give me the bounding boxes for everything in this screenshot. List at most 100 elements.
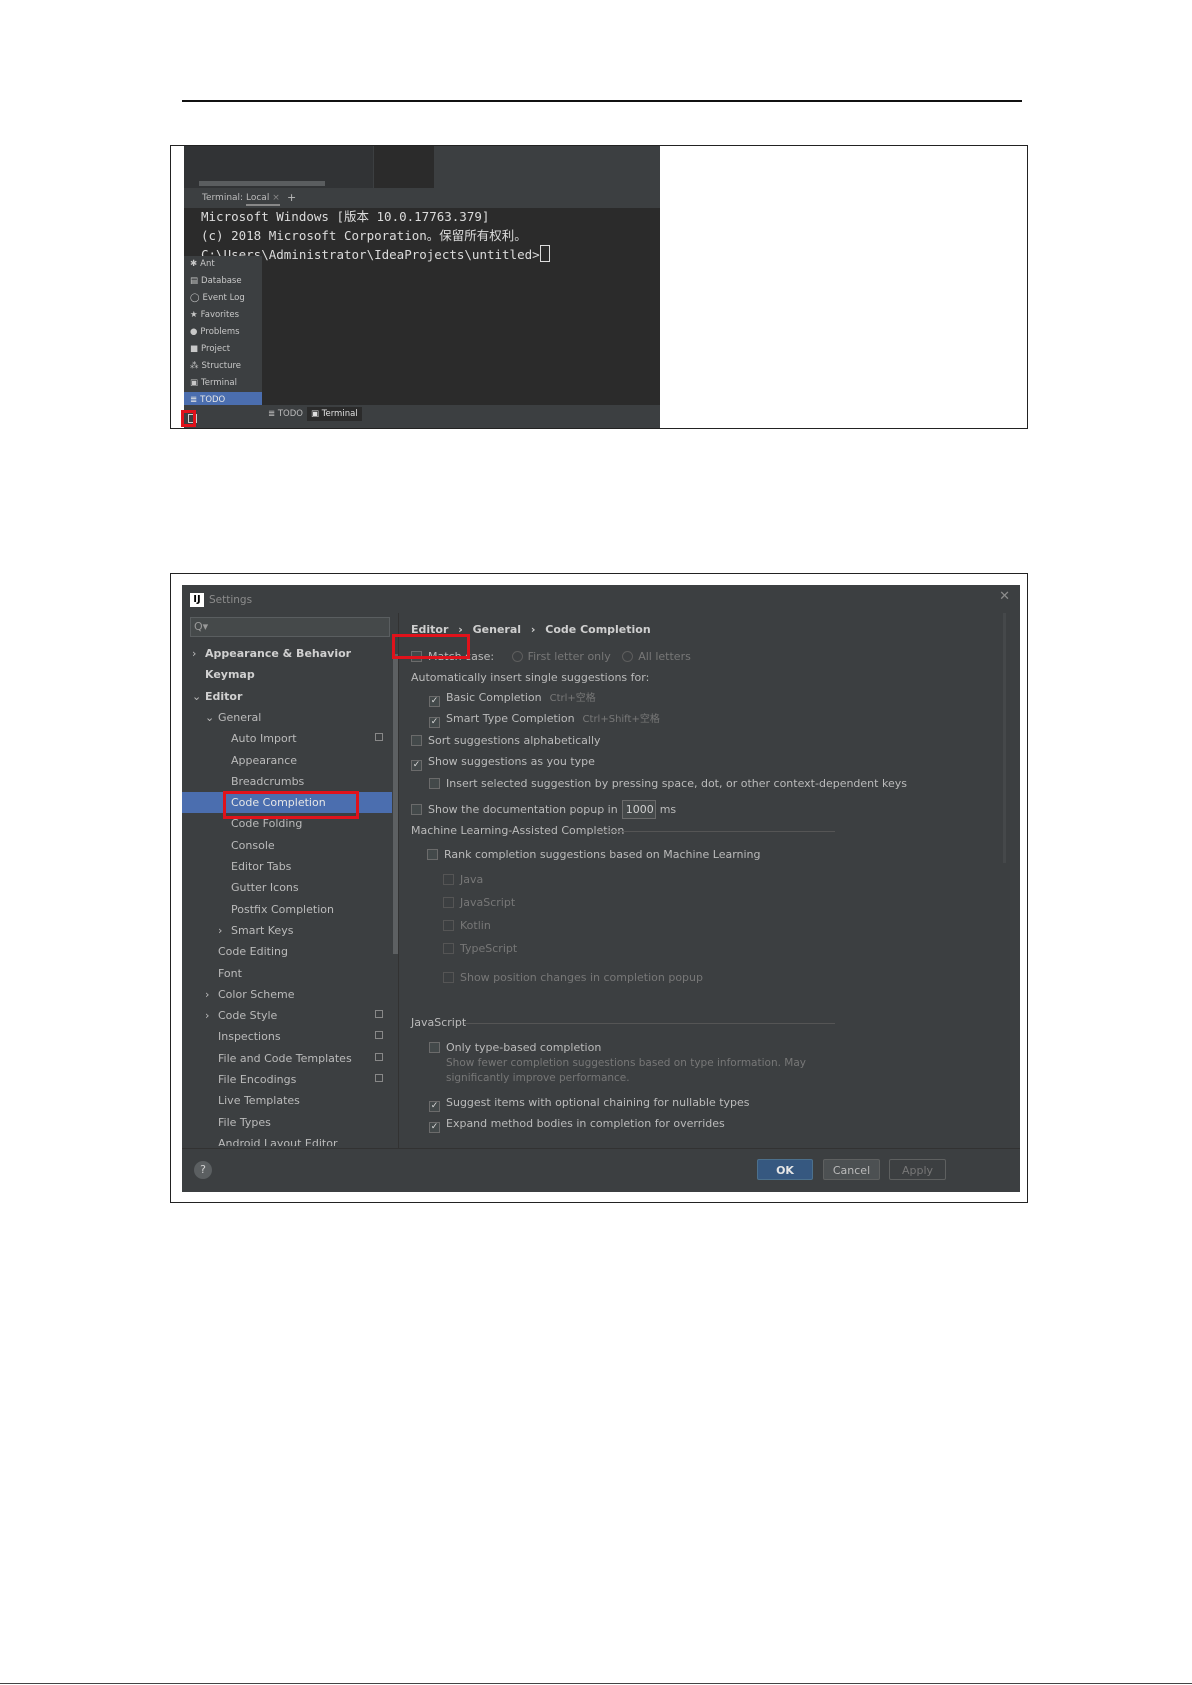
chevron-icon[interactable]: ⌄ xyxy=(205,707,214,728)
settings-tree-label: Editor Tabs xyxy=(231,860,292,873)
settings-tree-item[interactable]: Inspections xyxy=(182,1026,392,1047)
content-scrollbar[interactable] xyxy=(1003,613,1006,863)
ml-lang-java-row: Java xyxy=(443,871,483,889)
tool-window-item[interactable]: ★ Favorites xyxy=(184,307,262,324)
settings-tree-label: Keymap xyxy=(205,668,255,682)
settings-tree-item[interactable]: Postfix Completion xyxy=(182,899,392,920)
optional-chaining-row: ✓ Suggest items with optional chaining fo… xyxy=(429,1094,750,1112)
doc-popup-delay-input[interactable]: 1000 xyxy=(621,800,656,819)
show-as-type-checkbox[interactable]: ✓ xyxy=(411,760,422,771)
settings-tree-item[interactable]: File Encodings xyxy=(182,1069,392,1090)
rank-ml-label: Rank completion suggestions based on Mac… xyxy=(444,848,761,861)
all-letters-radio[interactable] xyxy=(622,651,634,662)
smart-completion-checkbox[interactable]: ✓ xyxy=(429,717,440,728)
optional-chaining-checkbox[interactable]: ✓ xyxy=(429,1101,440,1112)
insert-selected-checkbox[interactable] xyxy=(429,778,440,789)
terminal-label: Terminal: xyxy=(202,193,244,203)
expand-method-label: Expand method bodies in completion for o… xyxy=(446,1117,725,1130)
tool-window-item[interactable]: ▤ Database xyxy=(184,273,262,290)
settings-tree-label: Color Scheme xyxy=(218,987,295,1001)
settings-tree-item[interactable]: Gutter Icons xyxy=(182,877,392,898)
tool-window-item[interactable]: ▣ Terminal xyxy=(184,375,262,392)
tool-window-label: Event Log xyxy=(202,293,245,303)
chevron-icon[interactable]: › xyxy=(205,1005,209,1026)
apply-button[interactable]: Apply xyxy=(889,1159,946,1180)
settings-tree-label: Font xyxy=(218,966,242,980)
chevron-icon[interactable]: › xyxy=(205,984,209,1005)
terminal-icon: ▣ xyxy=(190,378,199,388)
doc-popup-row: Show the documentation popup in 1000 ms xyxy=(411,799,676,821)
breadcrumb-general[interactable]: General xyxy=(473,623,521,636)
tool-window-item[interactable]: ● Problems xyxy=(184,324,262,341)
ml-javascript-checkbox[interactable] xyxy=(443,897,454,908)
rank-ml-checkbox[interactable] xyxy=(427,849,438,860)
close-icon[interactable]: × xyxy=(272,193,280,203)
ml-typescript-checkbox[interactable] xyxy=(443,943,454,954)
settings-tree-item[interactable]: ⌄ General xyxy=(182,707,392,728)
doc-popup-unit: ms xyxy=(659,803,677,816)
settings-tree-label: Code Editing xyxy=(218,945,288,959)
settings-tree-label: File Encodings xyxy=(218,1073,297,1086)
settings-content: Editor › General › Code Completion Match… xyxy=(399,613,1020,1148)
basic-completion-label: Basic Completion xyxy=(446,691,542,704)
settings-tree-label: File and Code Templates xyxy=(218,1051,352,1065)
ml-java-checkbox[interactable] xyxy=(443,874,454,885)
settings-search-input[interactable]: Q▾ xyxy=(190,617,390,637)
tool-window-item[interactable]: ■ Project xyxy=(184,341,262,358)
settings-tree-item[interactable]: › Smart Keys xyxy=(182,920,392,941)
basic-completion-shortcut: Ctrl+空格 xyxy=(549,693,596,704)
doc-popup-checkbox[interactable] xyxy=(411,804,422,815)
settings-tree-item[interactable]: Keymap xyxy=(182,664,392,685)
ok-button[interactable]: OK xyxy=(757,1159,813,1180)
settings-tree: › Appearance & Behavior Keymap ⌄ Editor ⌄ Gene… xyxy=(182,643,392,1146)
settings-tree-item[interactable]: Auto Import xyxy=(182,728,392,749)
type-based-checkbox[interactable] xyxy=(429,1042,440,1053)
cancel-button[interactable]: Cancel xyxy=(823,1159,880,1180)
settings-tree-item[interactable]: Console xyxy=(182,835,392,856)
ml-lang-js-row: JavaScript xyxy=(443,894,515,912)
section-divider xyxy=(597,831,835,832)
settings-tree-item[interactable]: › Appearance & Behavior xyxy=(182,643,392,664)
settings-tree-item[interactable]: File and Code Templates xyxy=(182,1048,392,1069)
ant-icon: ✱ xyxy=(190,259,198,269)
todo-icon: ≣ xyxy=(268,409,276,419)
tool-window-label: Terminal xyxy=(201,378,237,388)
settings-tree-item[interactable]: › Color Scheme xyxy=(182,984,392,1005)
tab-todo[interactable]: ≣ TODO xyxy=(264,407,307,421)
terminal-tab-local[interactable]: Local × xyxy=(246,193,280,206)
settings-tree-item[interactable]: Live Templates xyxy=(182,1090,392,1111)
database-icon: ▤ xyxy=(190,276,199,286)
chevron-icon[interactable]: › xyxy=(218,920,222,941)
settings-tree-item[interactable]: Font xyxy=(182,963,392,984)
close-icon[interactable]: ✕ xyxy=(999,589,1010,604)
ml-java-label: Java xyxy=(460,873,484,886)
settings-tree-item[interactable]: Code Editing xyxy=(182,941,392,962)
chevron-icon[interactable]: ⌄ xyxy=(192,686,201,707)
expand-method-checkbox[interactable]: ✓ xyxy=(429,1122,440,1133)
first-letter-radio[interactable] xyxy=(511,651,523,662)
tool-window-item[interactable]: ◯ Event Log xyxy=(184,290,262,307)
settings-tree-item[interactable]: ⌄ Editor xyxy=(182,686,392,707)
settings-tree-item[interactable]: Editor Tabs xyxy=(182,856,392,877)
help-icon[interactable]: ? xyxy=(194,1161,212,1179)
settings-tree-item[interactable]: Breadcrumbs xyxy=(182,771,392,792)
settings-tree-item[interactable]: Appearance xyxy=(182,750,392,771)
rank-ml-row: Rank completion suggestions based on Mac… xyxy=(427,846,761,864)
basic-completion-row: ✓ Basic Completion Ctrl+空格 xyxy=(429,689,596,707)
basic-completion-checkbox[interactable]: ✓ xyxy=(429,696,440,707)
tool-window-item[interactable]: ✱ Ant xyxy=(184,256,262,273)
settings-tree-item[interactable]: File Types xyxy=(182,1112,392,1133)
sort-checkbox[interactable] xyxy=(411,735,422,746)
tab-terminal[interactable]: ▣ Terminal xyxy=(307,407,362,421)
ml-kotlin-checkbox[interactable] xyxy=(443,920,454,931)
settings-tree-label: Android Layout Editor xyxy=(218,1136,338,1146)
todo-icon: ≣ xyxy=(190,395,198,405)
settings-tree-item[interactable]: › Code Style xyxy=(182,1005,392,1026)
tool-window-item[interactable]: ⁂ Structure xyxy=(184,358,262,375)
add-tab-icon[interactable]: + xyxy=(287,191,296,204)
chevron-icon[interactable]: › xyxy=(192,643,196,664)
horizontal-scrollbar[interactable] xyxy=(199,181,325,186)
ml-show-position-checkbox[interactable] xyxy=(443,972,454,983)
dialog-footer: ? OK Cancel Apply xyxy=(182,1148,1020,1192)
settings-tree-item[interactable]: Android Layout Editor xyxy=(182,1133,392,1146)
